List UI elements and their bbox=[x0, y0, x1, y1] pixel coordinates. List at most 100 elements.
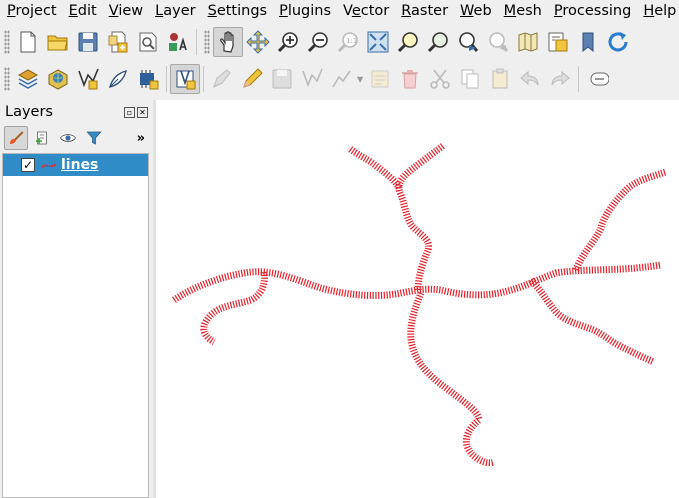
zoom-next-icon bbox=[489, 32, 509, 52]
lines-layer-features bbox=[172, 142, 668, 467]
temporal-controller-button[interactable] bbox=[543, 27, 573, 57]
map-tips-icon bbox=[582, 32, 594, 53]
dropdown-arrow[interactable]: ▼ bbox=[357, 75, 365, 84]
zoom-native-button[interactable]: 1:1 bbox=[333, 27, 363, 57]
new-virtual-layer-icon bbox=[78, 68, 99, 90]
new-project-button[interactable] bbox=[13, 27, 43, 57]
menu-web[interactable]: Web bbox=[453, 1, 497, 21]
menu-plugins[interactable]: Plugins bbox=[272, 1, 336, 21]
save-project-icon bbox=[78, 32, 98, 52]
toggle-editing-icon bbox=[243, 68, 263, 88]
layer-tree: ✓ lines bbox=[2, 153, 149, 498]
layer-name[interactable]: lines bbox=[61, 157, 98, 173]
style-manager-button[interactable] bbox=[133, 27, 163, 57]
menu-help[interactable]: Help bbox=[636, 1, 679, 21]
current-edits-button[interactable] bbox=[207, 64, 237, 94]
filter-icon bbox=[86, 131, 102, 145]
save-edits-icon bbox=[272, 69, 292, 89]
data-source-manager-icon bbox=[17, 69, 39, 89]
pan-to-selection-button[interactable] bbox=[243, 27, 273, 57]
layer-row-lines[interactable]: ✓ lines bbox=[3, 154, 148, 176]
filter-legend-button[interactable] bbox=[82, 126, 106, 150]
map-canvas[interactable] bbox=[156, 100, 679, 498]
zoom-in-button[interactable] bbox=[273, 27, 303, 57]
menu-project[interactable]: Project bbox=[0, 1, 62, 21]
zoom-to-selection-icon bbox=[397, 32, 418, 53]
undo-button[interactable] bbox=[515, 64, 545, 94]
new-virtual-layer-button[interactable] bbox=[73, 64, 103, 94]
toolbar-row-2: ▼ bbox=[0, 62, 679, 96]
new-geopackage-button[interactable] bbox=[43, 64, 73, 94]
more-tools-icon[interactable]: » bbox=[137, 131, 145, 146]
menu-edit[interactable]: Edit bbox=[62, 1, 102, 21]
paint-brush-icon bbox=[10, 131, 24, 144]
layers-panel-toolbar: » bbox=[0, 124, 153, 152]
python-console-button[interactable] bbox=[163, 27, 193, 57]
new-print-layout-button[interactable] bbox=[103, 27, 133, 57]
panel-controls: ▫ ✕ bbox=[124, 106, 148, 118]
zoom-last-button[interactable] bbox=[453, 27, 483, 57]
menu-view[interactable]: View bbox=[102, 1, 148, 21]
menu-bar: Project Edit View Layer Settings Plugins Vecto… bbox=[0, 0, 679, 22]
node-tool-button[interactable] bbox=[365, 64, 395, 94]
toolbar-grip[interactable] bbox=[4, 67, 10, 91]
toolbar-grip[interactable] bbox=[204, 30, 210, 54]
temporal-controller-icon bbox=[548, 32, 568, 52]
redo-button[interactable] bbox=[545, 64, 575, 94]
modify-attributes-button[interactable] bbox=[327, 64, 357, 94]
toolbar-row-1: 1:1 bbox=[0, 25, 679, 59]
delete-selected-button[interactable] bbox=[395, 64, 425, 94]
digitize-vertex-button[interactable] bbox=[297, 64, 327, 94]
menu-mesh[interactable]: Mesh bbox=[497, 1, 547, 21]
zoom-next-button[interactable] bbox=[483, 27, 513, 57]
mesh-layer-icon bbox=[140, 70, 159, 90]
zoom-out-button[interactable] bbox=[303, 27, 333, 57]
layers-panel-header: Layers ▫ ✕ bbox=[0, 100, 153, 124]
map-view[interactable] bbox=[156, 100, 679, 498]
svg-text:1:1: 1:1 bbox=[346, 37, 357, 45]
zoom-to-layer-button[interactable] bbox=[423, 27, 453, 57]
label-tool-button[interactable] bbox=[582, 64, 612, 94]
style-manager-icon bbox=[139, 32, 157, 52]
add-group-icon bbox=[36, 131, 47, 145]
copy-features-icon bbox=[461, 69, 479, 89]
layer-visibility-checkbox[interactable]: ✓ bbox=[21, 158, 35, 172]
zoom-full-icon bbox=[367, 31, 389, 53]
cut-features-icon bbox=[430, 69, 450, 89]
menu-raster[interactable]: Raster bbox=[394, 1, 453, 21]
toolbar-grip[interactable] bbox=[4, 30, 10, 54]
new-geopackage-icon bbox=[48, 69, 68, 90]
new-map-view-button[interactable] bbox=[513, 27, 543, 57]
line-feature bbox=[572, 168, 668, 272]
zoom-to-selection-button[interactable] bbox=[393, 27, 423, 57]
menu-processing[interactable]: Processing bbox=[547, 1, 636, 21]
save-project-button[interactable] bbox=[73, 27, 103, 57]
add-group-button[interactable] bbox=[30, 126, 54, 150]
float-panel-icon[interactable]: ▫ bbox=[124, 106, 135, 118]
menu-settings[interactable]: Settings bbox=[201, 1, 273, 21]
data-source-manager-button[interactable] bbox=[13, 64, 43, 94]
cut-features-button[interactable] bbox=[425, 64, 455, 94]
copy-features-button[interactable] bbox=[455, 64, 485, 94]
close-panel-icon[interactable]: ✕ bbox=[137, 106, 148, 118]
toolbar-separator bbox=[203, 66, 204, 92]
open-project-button[interactable] bbox=[43, 27, 73, 57]
open-layer-styling-button[interactable] bbox=[4, 126, 28, 150]
paste-features-button[interactable] bbox=[485, 64, 515, 94]
python-console-icon bbox=[169, 33, 187, 51]
refresh-button[interactable] bbox=[603, 27, 633, 57]
open-project-icon bbox=[47, 35, 68, 51]
digitize-button[interactable] bbox=[103, 64, 133, 94]
zoom-full-button[interactable] bbox=[363, 27, 393, 57]
save-edits-button[interactable] bbox=[267, 64, 297, 94]
menu-vector[interactable]: Vector bbox=[336, 1, 394, 21]
spatial-bookmark-button[interactable] bbox=[170, 64, 200, 94]
map-tips-button[interactable] bbox=[573, 27, 603, 57]
zoom-to-layer-icon bbox=[427, 32, 448, 53]
manage-visibility-button[interactable] bbox=[56, 126, 80, 150]
pan-map-button[interactable] bbox=[213, 27, 243, 57]
toggle-editing-button[interactable] bbox=[237, 64, 267, 94]
line-feature bbox=[407, 291, 496, 467]
menu-layer[interactable]: Layer bbox=[148, 1, 200, 21]
mesh-layer-button[interactable] bbox=[133, 64, 163, 94]
